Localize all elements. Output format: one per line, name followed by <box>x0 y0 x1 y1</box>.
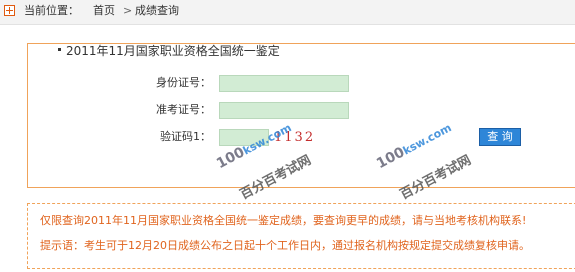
breadcrumb-prefix: 当前位置： <box>24 4 79 17</box>
location-icon <box>4 5 15 16</box>
breadcrumb-current: 成绩查询 <box>135 4 179 17</box>
query-button[interactable]: 查 询 <box>479 128 521 146</box>
admission-number-input[interactable] <box>219 102 349 119</box>
notice-line-1: 仅限查询2011年11月国家职业资格全国统一鉴定成绩，要查询更早的成绩，请与当地… <box>40 214 527 227</box>
admission-number-label: 准考证号： <box>156 103 211 116</box>
panel-title: 2011年11月国家职业资格全国统一鉴定 <box>66 44 280 58</box>
breadcrumb-separator: > <box>123 4 133 17</box>
id-number-label: 身份证号： <box>156 76 211 89</box>
title-bullet-icon <box>58 48 61 51</box>
id-number-input[interactable] <box>219 75 349 92</box>
notice-line-2: 提示语：考生可于12月20日成绩公布之日起十个工作日内，通过报名机构按规定提交成… <box>40 239 530 252</box>
breadcrumb-home-link[interactable]: 首页 <box>93 4 115 18</box>
breadcrumb-bar: 当前位置： 首页 > 成绩查询 <box>0 0 575 25</box>
captcha-label: 验证码1： <box>160 130 211 143</box>
notice-box <box>27 203 575 269</box>
